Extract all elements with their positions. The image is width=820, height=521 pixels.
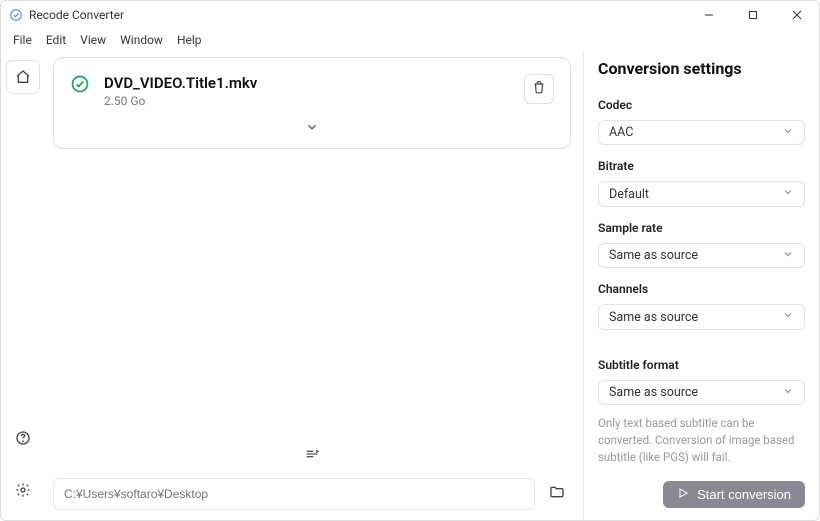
menu-file[interactable]: File (7, 31, 38, 49)
maximize-button[interactable] (731, 1, 775, 29)
samplerate-value: Same as source (609, 248, 698, 263)
menu-help[interactable]: Help (171, 31, 208, 49)
channels-select[interactable]: Same as source (598, 304, 805, 329)
codec-label: Codec (598, 98, 805, 112)
subtitle-value: Same as source (609, 385, 698, 400)
samplerate-label: Sample rate (598, 221, 805, 235)
home-button[interactable] (7, 61, 39, 93)
samplerate-select[interactable]: Same as source (598, 243, 805, 268)
channels-label: Channels (598, 282, 805, 296)
menubar: File Edit View Window Help (1, 29, 819, 51)
check-circle-icon (70, 74, 90, 98)
start-conversion-button[interactable]: Start conversion (663, 481, 805, 508)
settings-button[interactable] (7, 474, 39, 506)
output-path-input[interactable] (53, 478, 535, 510)
main-area: DVD_VIDEO.Title1.mkv 2.50 Go (45, 51, 583, 520)
play-icon (677, 487, 689, 502)
folder-icon (549, 484, 565, 504)
list-icon (304, 446, 320, 466)
content: DVD_VIDEO.Title1.mkv 2.50 Go (1, 51, 819, 520)
codec-value: AAC (609, 125, 633, 140)
bitrate-select[interactable]: Default (598, 181, 805, 206)
codec-select[interactable]: AAC (598, 120, 805, 145)
subtitle-helper-text: Only text based subtitle can be converte… (598, 415, 805, 465)
titlebar: Recode Converter (1, 1, 819, 29)
file-size: 2.50 Go (104, 94, 510, 108)
bitrate-value: Default (609, 187, 649, 202)
window-controls (687, 1, 819, 29)
chevron-down-icon (305, 120, 319, 138)
close-button[interactable] (775, 1, 819, 29)
window-title: Recode Converter (29, 8, 687, 22)
file-name: DVD_VIDEO.Title1.mkv (104, 74, 510, 92)
file-card: DVD_VIDEO.Title1.mkv 2.50 Go (53, 57, 571, 149)
expand-file-button[interactable] (70, 114, 554, 138)
subtitle-label: Subtitle format (598, 358, 805, 372)
channels-value: Same as source (609, 310, 698, 325)
chevron-down-icon (782, 309, 794, 325)
delete-file-button[interactable] (524, 74, 554, 104)
app-icon (9, 8, 23, 22)
browse-folder-button[interactable] (543, 480, 571, 508)
settings-title: Conversion settings (598, 59, 805, 78)
chevron-down-icon (782, 186, 794, 202)
chevron-down-icon (782, 385, 794, 401)
menu-window[interactable]: Window (114, 31, 169, 49)
trash-icon (532, 80, 546, 98)
subtitle-select[interactable]: Same as source (598, 380, 805, 405)
list-options-button[interactable] (53, 438, 571, 470)
help-button[interactable] (7, 422, 39, 454)
bitrate-label: Bitrate (598, 159, 805, 173)
chevron-down-icon (782, 125, 794, 141)
menu-edit[interactable]: Edit (40, 31, 72, 49)
start-button-label: Start conversion (697, 487, 791, 502)
left-rail (1, 51, 45, 520)
chevron-down-icon (782, 248, 794, 264)
minimize-button[interactable] (687, 1, 731, 29)
menu-view[interactable]: View (74, 31, 112, 49)
conversion-settings-panel: Conversion settings Codec AAC Bitrate De… (583, 51, 819, 520)
